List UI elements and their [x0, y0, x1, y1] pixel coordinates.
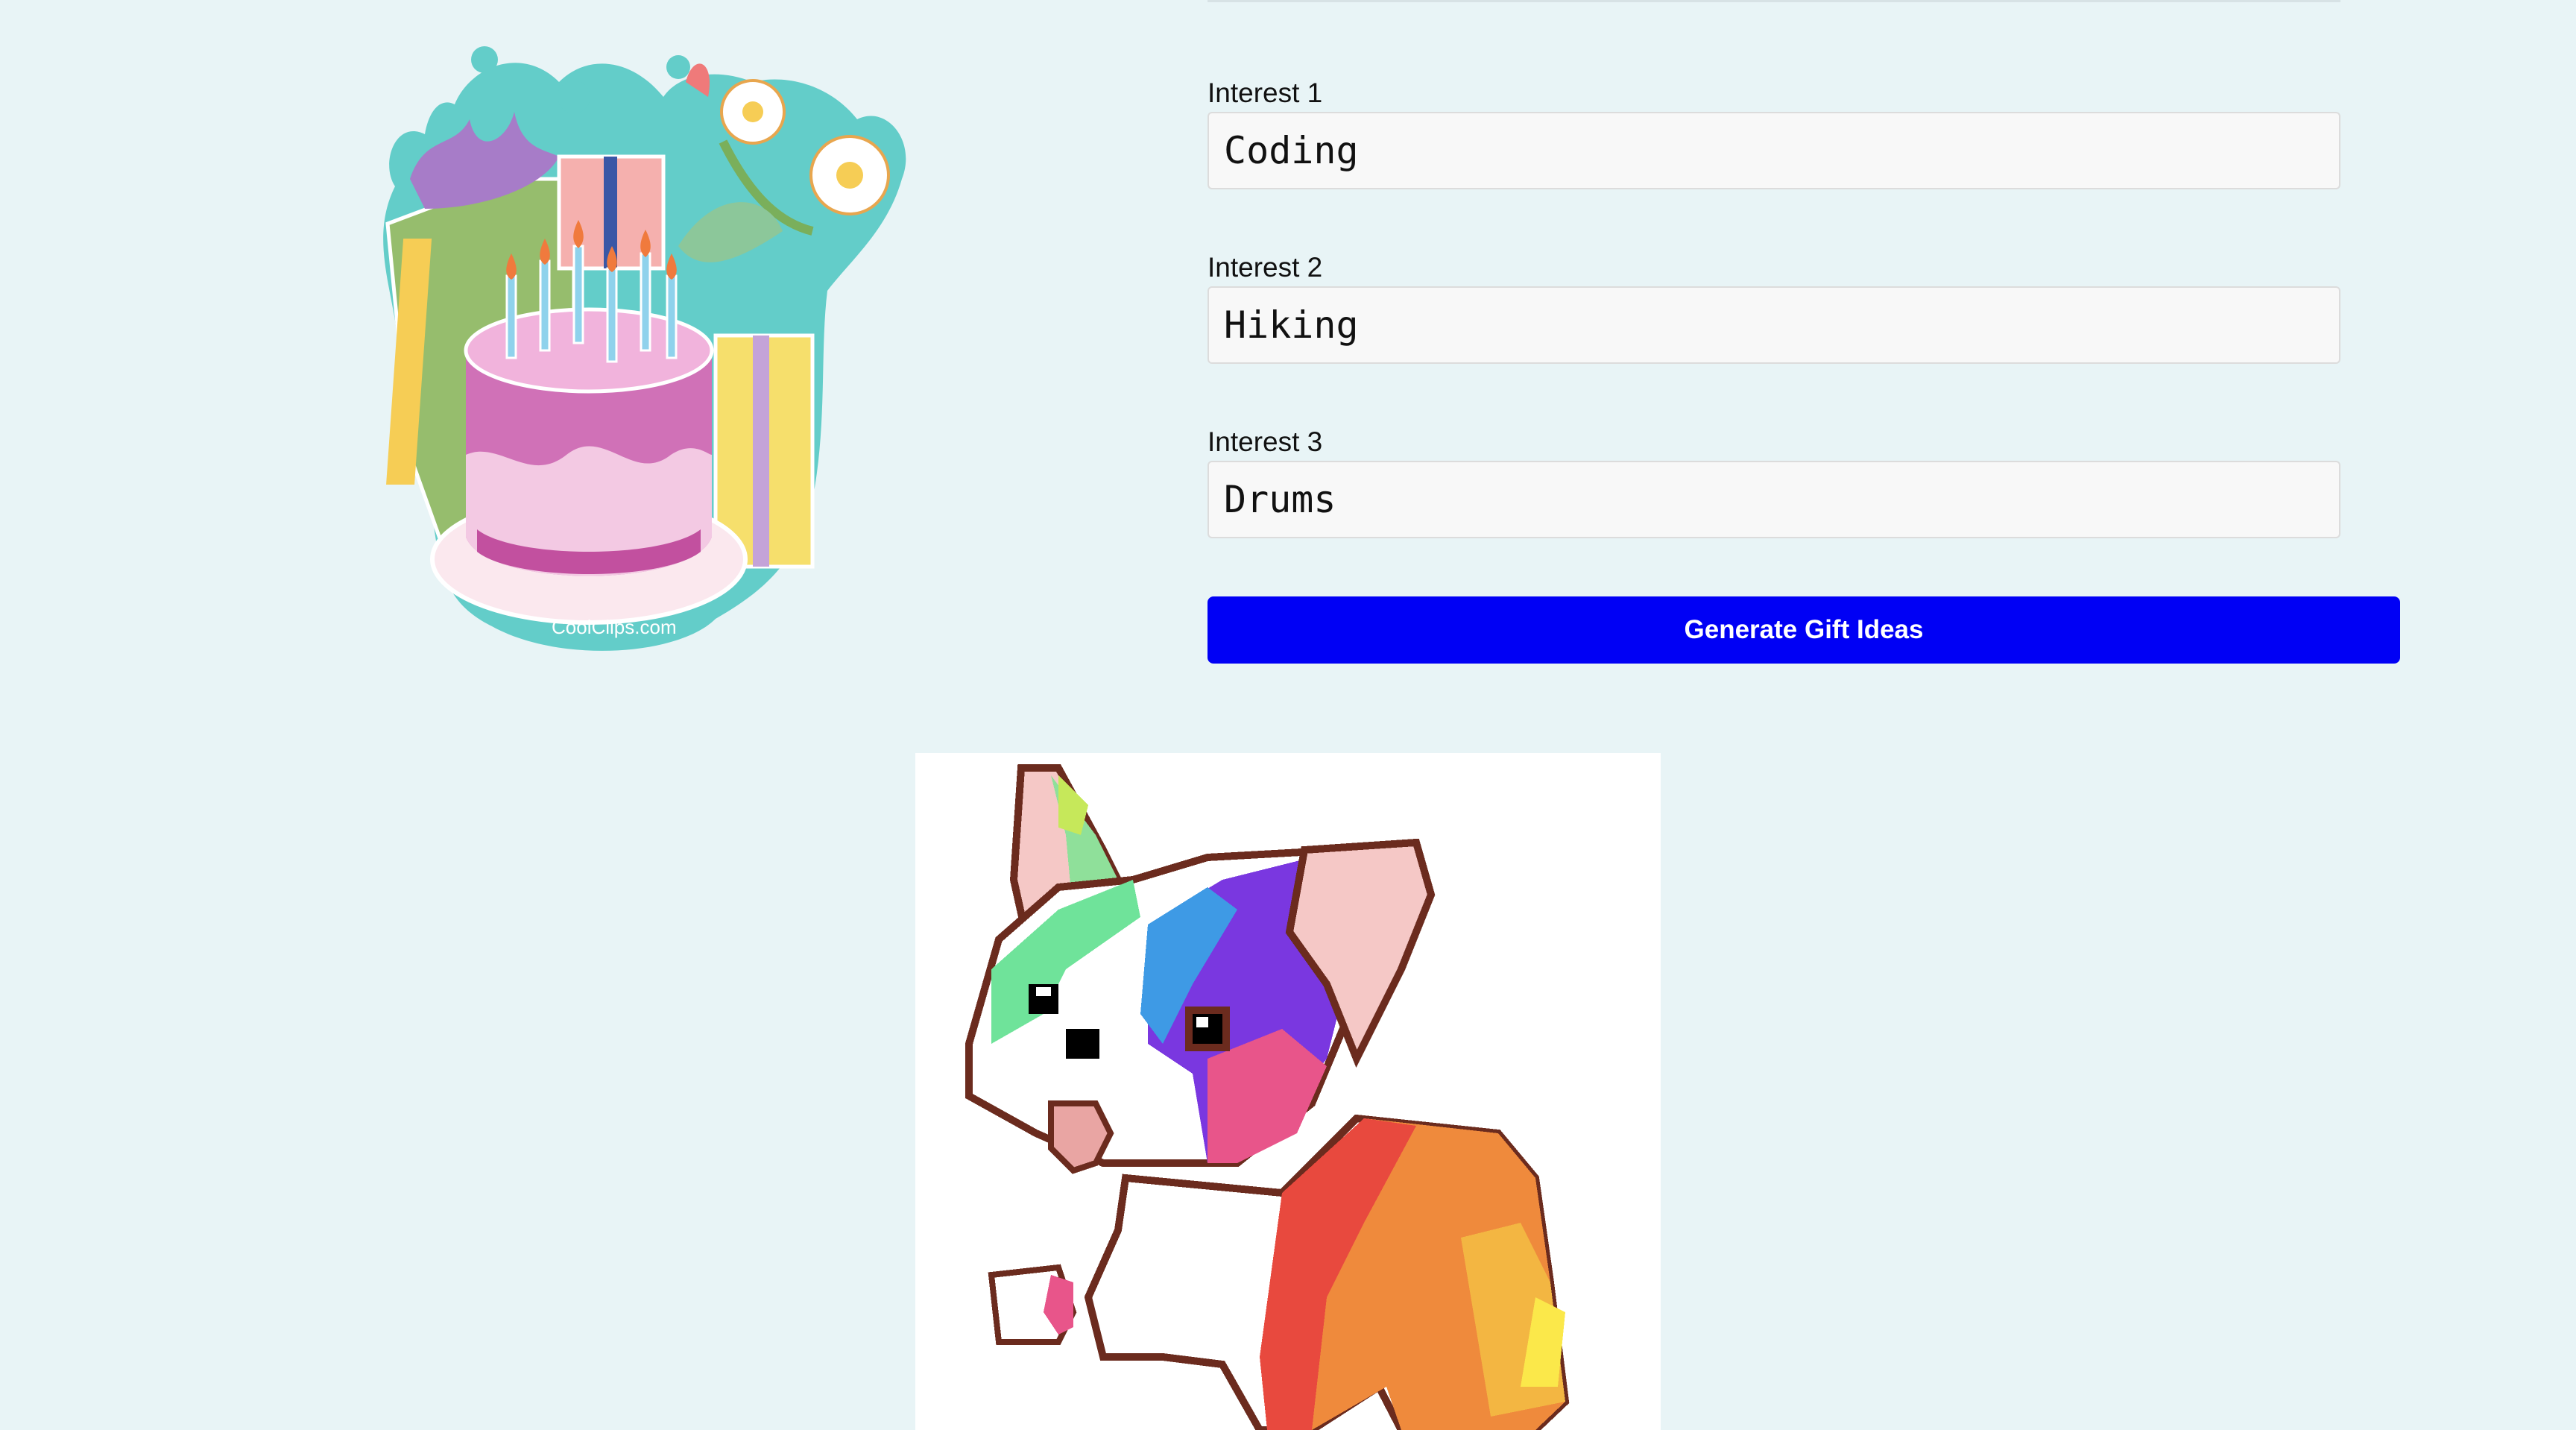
interest-1-field: Interest 1 Coding — [1208, 75, 2340, 189]
cake-watermark: CoolClips.com — [552, 616, 677, 638]
interest-1-label: Interest 1 — [1208, 78, 1323, 108]
interest-3-field: Interest 3 Drums — [1208, 423, 2340, 538]
top-divider — [1208, 0, 2340, 2]
interest-3-input[interactable]: Drums — [1208, 461, 2340, 538]
page: CoolClips.com Interest 1 Coding Interest… — [0, 0, 2576, 1430]
interest-2-input[interactable]: Hiking — [1208, 286, 2340, 364]
interest-2-field: Interest 2 Hiking — [1208, 249, 2340, 364]
interest-1-input[interactable]: Coding — [1208, 112, 2340, 189]
interest-2-label: Interest 2 — [1208, 252, 1323, 283]
corgi-image-frame — [915, 753, 1661, 1430]
generate-gift-ideas-button[interactable]: Generate Gift Ideas — [1208, 596, 2400, 664]
rainbow-corgi-illustration — [965, 764, 1570, 1430]
interest-3-label: Interest 3 — [1208, 426, 1323, 457]
birthday-cake-illustration: CoolClips.com — [383, 46, 906, 651]
